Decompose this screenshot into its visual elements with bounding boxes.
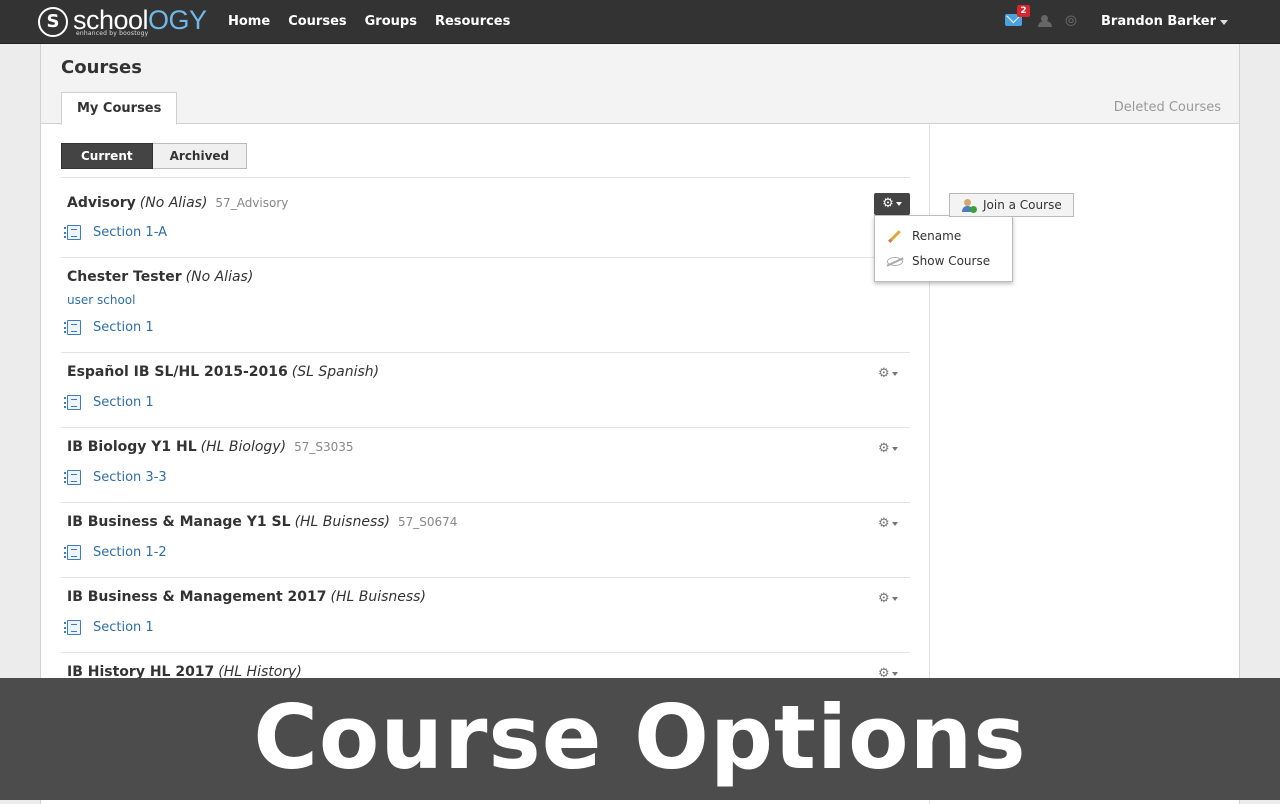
book-icon [64, 469, 81, 485]
course-title[interactable]: Español IB SL/HL 2015-2016 (SL Spanish) [67, 364, 379, 380]
course-title[interactable]: IB Biology Y1 HL (HL Biology) 57_S3035 [67, 439, 354, 455]
section-link[interactable]: Section 1 [64, 393, 154, 411]
section-link[interactable]: Section 1-2 [64, 543, 167, 561]
gear-icon: ⚙ [882, 196, 894, 211]
caption-banner: Course Options [0, 678, 1280, 800]
course-alias: (HL Buisness) [330, 589, 426, 605]
course-row: IB Biology Y1 HL (HL Biology) 57_S3035 Sec… [61, 428, 910, 503]
course-name: Español IB SL/HL 2015-2016 [67, 364, 288, 380]
archived-button[interactable]: Archived [152, 143, 248, 169]
logo-s-icon: S [38, 7, 68, 37]
course-name: Chester Tester [67, 269, 182, 285]
course-title[interactable]: Chester Tester (No Alias) [67, 269, 253, 285]
course-code: 57_S3035 [294, 440, 354, 454]
course-row: IB Business & Manage Y1 SL (HL Buisness) 5… [61, 503, 910, 578]
gear-menu-button[interactable]: ⚙ [878, 441, 902, 457]
course-title[interactable]: IB Business & Management 2017 (HL Buisnes… [67, 589, 426, 605]
rename-option[interactable]: Rename [887, 229, 961, 243]
gear-menu-button[interactable]: ⚙ [878, 516, 902, 532]
course-row: IB Business & Management 2017 (HL Buisnes… [61, 578, 910, 653]
nav-resources[interactable]: Resources [435, 0, 510, 43]
school-link[interactable]: user school [67, 293, 135, 307]
section-label: Section 1 [93, 619, 154, 635]
section-link[interactable]: Section 1-A [64, 223, 168, 241]
course-title[interactable]: IB Business & Manage Y1 SL (HL Buisness) 5… [67, 514, 457, 530]
course-name: IB Business & Management 2017 [67, 589, 327, 605]
gear-icon: ⚙ [878, 366, 890, 381]
top-navbar: S schoolOGY enhanced by boostogy Home Co… [0, 0, 1280, 44]
mail-badge: 2 [1017, 5, 1030, 17]
course-name: IB Business & Manage Y1 SL [67, 514, 291, 530]
book-icon [64, 544, 81, 560]
course-status-toggle: Current Archived [61, 143, 248, 169]
course-alias: (No Alias) [139, 195, 208, 211]
course-name: IB Biology Y1 HL [67, 439, 197, 455]
caption-text: Course Options [253, 686, 1027, 789]
section-label: Section 1-A [93, 224, 168, 240]
caret-down-icon [891, 446, 898, 451]
plus-icon [970, 206, 977, 213]
caret-down-icon [891, 671, 898, 676]
signal-icon[interactable]: ⦾ [1065, 12, 1077, 30]
course-alias: (HL Buisness) [294, 514, 390, 530]
section-label: Section 3-3 [93, 469, 167, 485]
course-alias: (SL Spanish) [291, 364, 380, 380]
join-course-label: Join a Course [983, 198, 1062, 212]
course-options-menu: Rename Show Course [874, 215, 1013, 282]
gear-icon: ⚙ [878, 591, 890, 606]
course-alias: (No Alias) [185, 269, 254, 285]
course-row: Español IB SL/HL 2015-2016 (SL Spanish) S… [61, 353, 910, 428]
panel-header: Courses My Courses Deleted Courses [41, 44, 1239, 125]
section-link[interactable]: Section 1 [64, 618, 154, 636]
main-nav: Home Courses Groups Resources [228, 0, 528, 43]
logo-word-b: OGY [148, 5, 207, 35]
book-icon [64, 319, 81, 335]
course-code: 57_Advisory [215, 196, 289, 210]
people-icon[interactable] [1038, 15, 1052, 27]
show-course-label: Show Course [912, 254, 991, 268]
course-code: 57_S0674 [398, 515, 458, 529]
section-link[interactable]: Section 1 [64, 318, 154, 336]
section-label: Section 1 [93, 394, 154, 410]
caret-down-icon [891, 596, 898, 601]
nav-home[interactable]: Home [228, 0, 270, 43]
nav-courses[interactable]: Courses [288, 0, 346, 43]
page-title: Courses [61, 57, 142, 78]
user-menu-name[interactable]: Brandon Barker [1101, 0, 1216, 43]
section-link[interactable]: Section 3-3 [64, 468, 167, 486]
course-alias: (HL Biology) [200, 439, 287, 455]
gear-menu-button[interactable]: ⚙ [874, 193, 910, 215]
rename-label: Rename [912, 229, 962, 243]
course-row: Chester Tester (No Alias) user school Sec… [61, 258, 910, 353]
book-icon [64, 619, 81, 635]
gear-menu-button[interactable]: ⚙ [878, 366, 902, 382]
nav-groups[interactable]: Groups [365, 0, 417, 43]
section-label: Section 1-2 [93, 544, 167, 560]
gear-icon: ⚙ [878, 441, 890, 456]
gear-icon: ⚙ [878, 516, 890, 531]
course-name: Advisory [67, 195, 136, 211]
caret-down-icon [895, 201, 902, 206]
current-button[interactable]: Current [61, 143, 153, 169]
book-icon [64, 224, 81, 240]
pencil-icon [888, 229, 901, 243]
caret-down-icon [891, 371, 898, 376]
logo-tagline: enhanced by boostogy [76, 30, 149, 37]
tab-my-courses[interactable]: My Courses [61, 92, 178, 125]
book-icon [64, 394, 81, 410]
deleted-courses-link[interactable]: Deleted Courses [1114, 100, 1221, 115]
course-title[interactable]: Advisory (No Alias) 57_Advisory [67, 195, 288, 211]
gear-menu-button[interactable]: ⚙ [878, 591, 902, 607]
show-course-option[interactable]: Show Course [887, 254, 990, 268]
join-course-button[interactable]: Join a Course [949, 193, 1074, 217]
eye-hidden-icon [887, 256, 903, 266]
section-label: Section 1 [93, 319, 154, 335]
course-row: Advisory (No Alias) 57_Advisory Section 1-… [61, 178, 910, 258]
chevron-down-icon[interactable] [1220, 20, 1228, 25]
caret-down-icon [891, 521, 898, 526]
